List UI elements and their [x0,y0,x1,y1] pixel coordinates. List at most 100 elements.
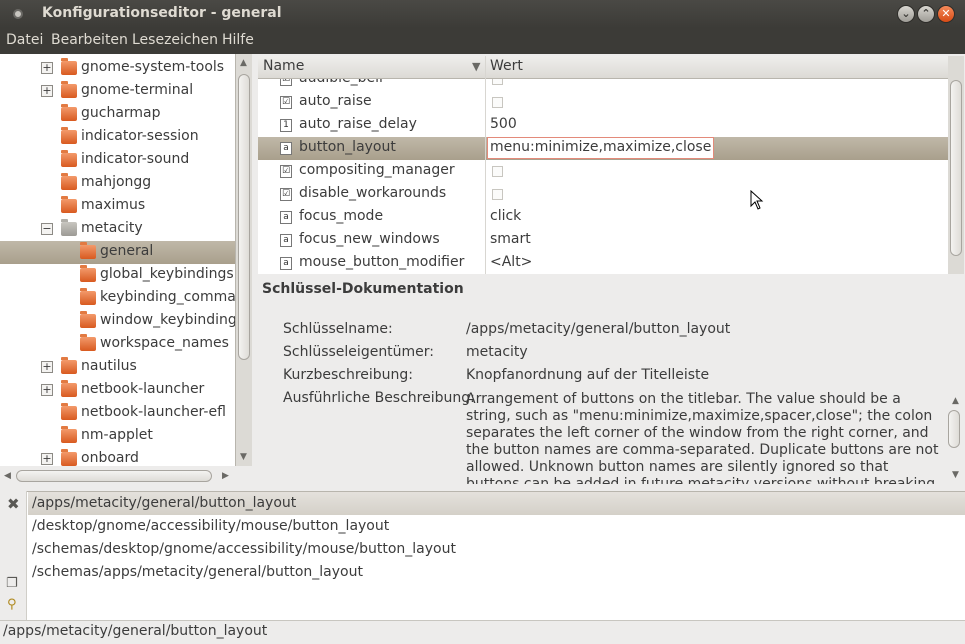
tree-item[interactable]: global_keybindings [0,264,235,287]
tree-item[interactable]: general [0,241,235,264]
menu-bar: Datei Bearbeiten Lesezeichen Hilfe [0,28,965,54]
folder-icon [61,426,77,443]
key-owner-value: metacity [466,344,528,360]
search-result-row[interactable]: /schemas/apps/metacity/general/button_la… [28,561,965,584]
tree-item[interactable]: + gnome-system-tools [0,57,235,80]
key-row[interactable]: a focus_mode click [258,206,948,229]
column-name-header[interactable]: Name [263,58,304,74]
key-row[interactable]: 1 auto_raise_delay 500 [258,114,948,137]
tree-item[interactable]: + netbook-launcher [0,379,235,402]
search-result-row[interactable]: /apps/metacity/general/button_layout [28,492,965,515]
tree-item[interactable]: + gnome-terminal [0,80,235,103]
scroll-right-arrow-icon[interactable]: ▶ [222,471,229,481]
mouse-pointer-icon [750,190,764,210]
tree-item[interactable]: window_keybindings [0,310,236,333]
tree-item[interactable]: workspace_names [0,333,235,356]
expand-icon[interactable]: + [41,62,53,74]
long-desc-label: Ausführliche Beschreibung: [283,390,475,406]
menu-lesezeichen[interactable]: Lesezeichen [132,32,218,48]
directory-tree[interactable]: + gnome-system-tools + gnome-terminal guchar… [0,54,236,466]
key-name: button_layout [299,139,396,155]
key-name: focus_new_windows [299,231,440,247]
tree-scroll-thumb[interactable] [238,74,250,360]
column-value-header[interactable]: Wert [490,58,523,74]
key-value[interactable]: 500 [490,116,517,132]
collapse-icon[interactable]: − [41,223,53,235]
tree-item-label: netbook-launcher-efl [81,404,226,420]
scroll-left-arrow-icon[interactable]: ◀ [4,471,11,481]
minimize-button[interactable]: ⌄ [897,5,915,23]
clear-broom-icon[interactable]: ⚲ [7,597,17,612]
folder-icon [80,242,96,259]
short-desc-value: Knopfanordnung auf der Titelleiste [466,367,710,383]
tree-item[interactable]: − metacity [0,218,235,241]
key-value[interactable]: click [490,208,521,224]
search-result-row[interactable]: /schemas/desktop/gnome/accessibility/mou… [28,538,965,561]
doc-scroll-thumb[interactable] [948,410,960,448]
sort-arrow-icon[interactable]: ▼ [472,60,480,73]
expand-icon[interactable]: + [41,361,53,373]
bool-type-icon: ☑ [280,79,292,86]
tree-item[interactable]: indicator-session [0,126,235,149]
expand-icon[interactable]: + [41,384,53,396]
tree-item[interactable]: + nautilus [0,356,235,379]
tree-item-label: window_keybindings [100,312,236,328]
tree-item[interactable]: maximus [0,195,235,218]
close-button[interactable]: ✕ [937,5,955,23]
tree-hscroll-thumb[interactable] [16,470,212,482]
menu-hilfe[interactable]: Hilfe [222,32,254,48]
maximize-button[interactable]: ⌃ [917,5,935,23]
folder-icon [61,127,77,144]
expand-icon[interactable]: + [41,453,53,465]
folder-icon [80,311,96,328]
folder-icon [61,403,77,420]
value-checkbox[interactable] [492,166,503,177]
window-menu-icon[interactable] [13,9,23,19]
key-row[interactable]: ☑ compositing_manager [258,160,948,183]
tree-item[interactable]: + onboard [0,448,235,466]
value-checkbox[interactable] [492,97,503,108]
tree-item[interactable]: netbook-launcher-efl [0,402,235,425]
keylist-scroll-thumb[interactable] [950,80,962,256]
value-edit-field[interactable]: menu:minimize,maximize,close [487,137,715,159]
tree-item[interactable]: gucharmap [0,103,235,126]
key-value[interactable]: smart [490,231,531,247]
value-checkbox[interactable] [492,189,503,200]
close-results-icon[interactable]: ✖ [7,495,20,513]
search-result-row[interactable]: /desktop/gnome/accessibility/mouse/butto… [28,515,965,538]
column-divider [485,56,486,274]
tree-item-label: general [100,243,154,259]
folder-icon [61,380,77,397]
key-row[interactable]: a button_layout menu:minimize,maximize,clo… [258,137,948,160]
tree-item[interactable]: nm-applet [0,425,235,448]
key-row[interactable]: ☑ disable_workarounds [258,183,948,206]
string-type-icon: a [280,142,292,155]
tree-item[interactable]: mahjongg [0,172,235,195]
menu-bearbeiten[interactable]: Bearbeiten [51,32,128,48]
key-row[interactable]: a focus_new_windows smart [258,229,948,252]
tree-item-label: gucharmap [81,105,161,121]
tree-item[interactable]: indicator-sound [0,149,235,172]
tree-item-label: global_keybindings [100,266,234,282]
value-checkbox[interactable] [492,79,503,85]
tree-item[interactable]: keybinding_commar [0,287,235,310]
key-row[interactable]: a mouse_button_modifier <Alt> [258,252,948,274]
status-bar: /apps/metacity/general/button_layout [0,620,965,644]
scroll-up-arrow-icon[interactable]: ▲ [240,58,247,68]
key-list[interactable]: ☑ audible_bell ☑ auto_raise 1 auto_raise_dela… [258,79,948,274]
scroll-down-arrow-icon[interactable]: ▼ [240,452,247,462]
search-result-path: /schemas/desktop/gnome/accessibility/mou… [32,541,456,557]
copy-icon[interactable]: ❐ [6,576,18,591]
key-name: compositing_manager [299,162,455,178]
menu-datei[interactable]: Datei [6,32,43,48]
tree-item-label: nautilus [81,358,137,374]
doc-scroll-down-icon[interactable]: ▼ [952,470,959,480]
expand-icon[interactable]: + [41,85,53,97]
key-row[interactable]: ☑ auto_raise [258,91,948,114]
folder-icon [61,104,77,121]
folder-icon [61,150,77,167]
key-row[interactable]: ☑ audible_bell [258,79,948,91]
key-value[interactable]: <Alt> [490,254,532,270]
doc-scroll-up-icon[interactable]: ▲ [952,396,959,406]
folder-icon [61,58,77,75]
